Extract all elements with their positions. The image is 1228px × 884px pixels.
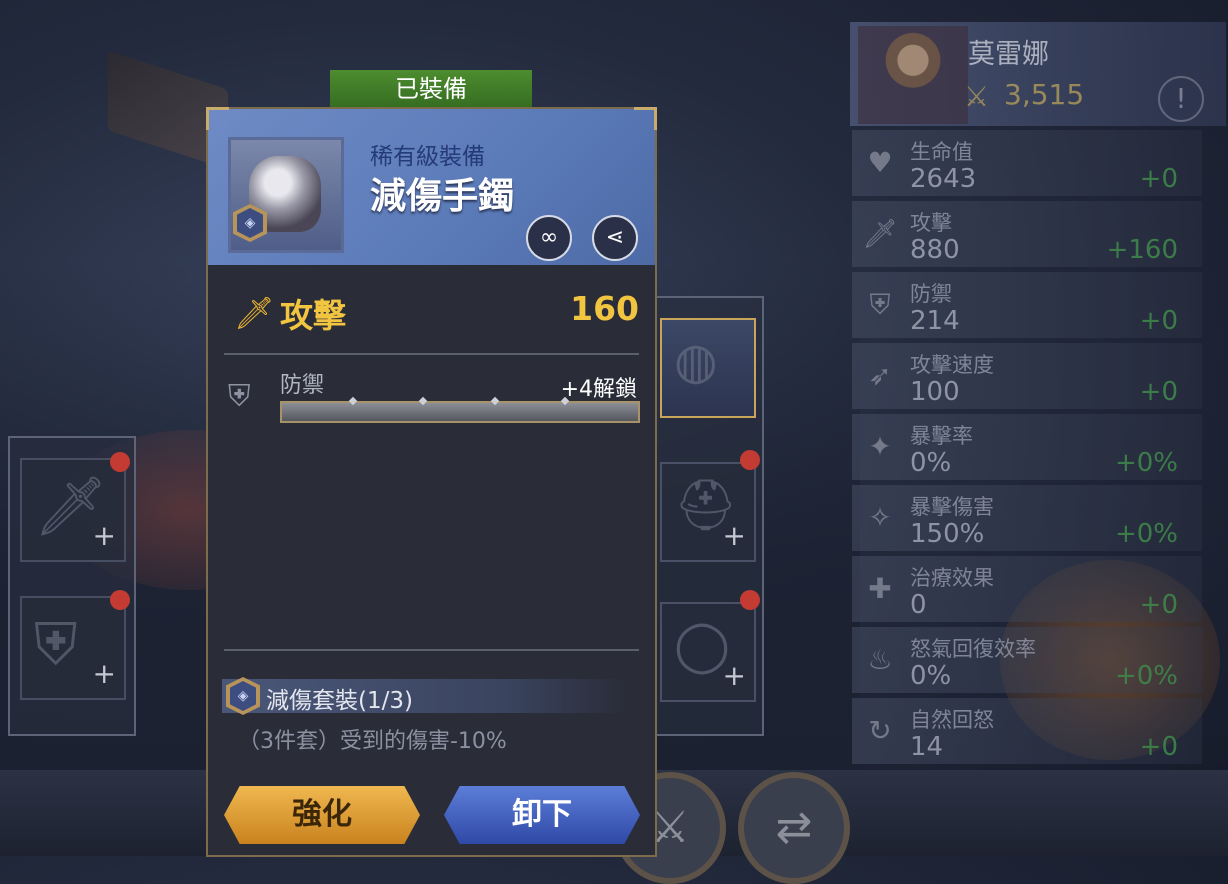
armor-slot[interactable]: ⛨ + — [20, 596, 126, 700]
crossed-swords-icon: ⚔ — [964, 80, 990, 113]
stat-row: ♥ 生命值 2643 +0 — [852, 130, 1202, 196]
item-name: 減傷手鐲 — [370, 176, 515, 217]
bracelet-icon: ◍ — [674, 332, 718, 390]
wing-icon: ➶ — [868, 359, 892, 392]
stat-row: ✧ 暴擊傷害 150% +0% — [852, 485, 1202, 551]
chain-icon: ∞ — [539, 225, 559, 250]
enhance-button[interactable]: 強化 — [224, 786, 420, 844]
stat-row: ⛨ 防禦 214 +0 — [852, 272, 1202, 338]
heal-icon: ✚ — [868, 572, 892, 605]
frame-corner — [206, 107, 229, 130]
info-button[interactable]: ! — [1158, 76, 1204, 122]
item-rarity: 稀有級裝備 — [370, 144, 485, 170]
unlock-level: +4解鎖 — [560, 377, 637, 402]
equipped-tag: 已裝備 — [330, 70, 532, 108]
helmet-slot[interactable]: ⛑ + — [660, 462, 756, 562]
left-equipment-column: 🗡 + ⛨ + — [8, 436, 136, 736]
notification-dot — [110, 590, 130, 610]
stat-row: ↻ 自然回怒 14 +0 — [852, 698, 1202, 764]
crit-icon: ✦ — [868, 430, 892, 463]
main-stat-value: 160 — [570, 289, 639, 328]
locked-stat-bar — [280, 396, 640, 423]
main-stat-label: 攻擊 — [280, 296, 346, 335]
add-icon: + — [722, 659, 746, 692]
frame-corner — [634, 107, 657, 130]
crit-damage-icon: ✧ — [868, 501, 892, 534]
heart-icon: ♥ — [867, 146, 893, 179]
bar-marker — [418, 396, 428, 406]
armor-icon: ⛨ — [34, 610, 78, 678]
shield-icon: ◈ — [237, 208, 263, 238]
bracelet-slot[interactable]: ◍ — [660, 318, 756, 418]
weapon-slot[interactable]: 🗡 + — [20, 458, 126, 562]
divider — [224, 649, 639, 651]
share-icon: ⋖ — [605, 225, 625, 250]
stat-row: ♨ 怒氣回復效率 0% +0% — [852, 627, 1202, 693]
sword-icon: 🗡 — [862, 217, 898, 250]
stat-row: ✦ 暴擊率 0% +0% — [852, 414, 1202, 480]
shield-icon: ⛨ — [869, 288, 891, 321]
hero-power: 3,515 — [1004, 78, 1085, 111]
swap-icon: ⇄ — [775, 802, 813, 853]
shield-icon: ◈ — [230, 681, 256, 711]
notification-dot — [110, 452, 130, 472]
stat-row: ➶ 攻擊速度 100 +0 — [852, 343, 1202, 409]
stat-row: 🗡 攻擊 880 +160 — [852, 201, 1202, 267]
item-header: ◈ 稀有級裝備 減傷手鐲 ∞ ⋖ — [206, 107, 657, 265]
divider — [224, 353, 639, 355]
bar-marker — [490, 396, 500, 406]
hero-name: 莫雷娜 — [968, 39, 1049, 70]
share-button[interactable]: ⋖ — [592, 215, 638, 261]
ring-slot[interactable]: ◯ + — [660, 602, 756, 702]
add-icon: + — [722, 519, 746, 552]
notification-dot — [740, 590, 760, 610]
notification-dot — [740, 450, 760, 470]
stat-row: ✚ 治療效果 0 +0 — [852, 556, 1202, 622]
set-title: 減傷套裝(1/3) — [266, 688, 413, 714]
rage-icon: ♨ — [867, 643, 893, 676]
set-description: （3件套）受到的傷害-10% — [238, 729, 507, 754]
middle-equipment-column: ◍ ⛑ + ◯ + — [640, 296, 764, 736]
rage-regen-icon: ↻ — [868, 714, 892, 747]
swap-hero-button[interactable]: ⇄ — [738, 772, 850, 884]
shield-icon: ⛨ — [228, 379, 251, 414]
add-icon: + — [92, 519, 116, 552]
lock-button[interactable]: ∞ — [526, 215, 572, 261]
hero-portrait — [858, 26, 968, 124]
unequip-button[interactable]: 卸下 — [444, 786, 640, 844]
sub-stat-label: 防禦 — [280, 373, 325, 398]
add-icon: + — [92, 657, 116, 690]
sword-icon: 🗡 — [234, 294, 275, 332]
item-icon-frame: ◈ — [228, 137, 344, 253]
bar-marker — [348, 396, 358, 406]
equipment-detail-popup: ◈ 稀有級裝備 減傷手鐲 ∞ ⋖ 🗡 攻擊 160 ⛨ 防禦 +4解鎖 ◈ 減傷… — [206, 107, 657, 857]
